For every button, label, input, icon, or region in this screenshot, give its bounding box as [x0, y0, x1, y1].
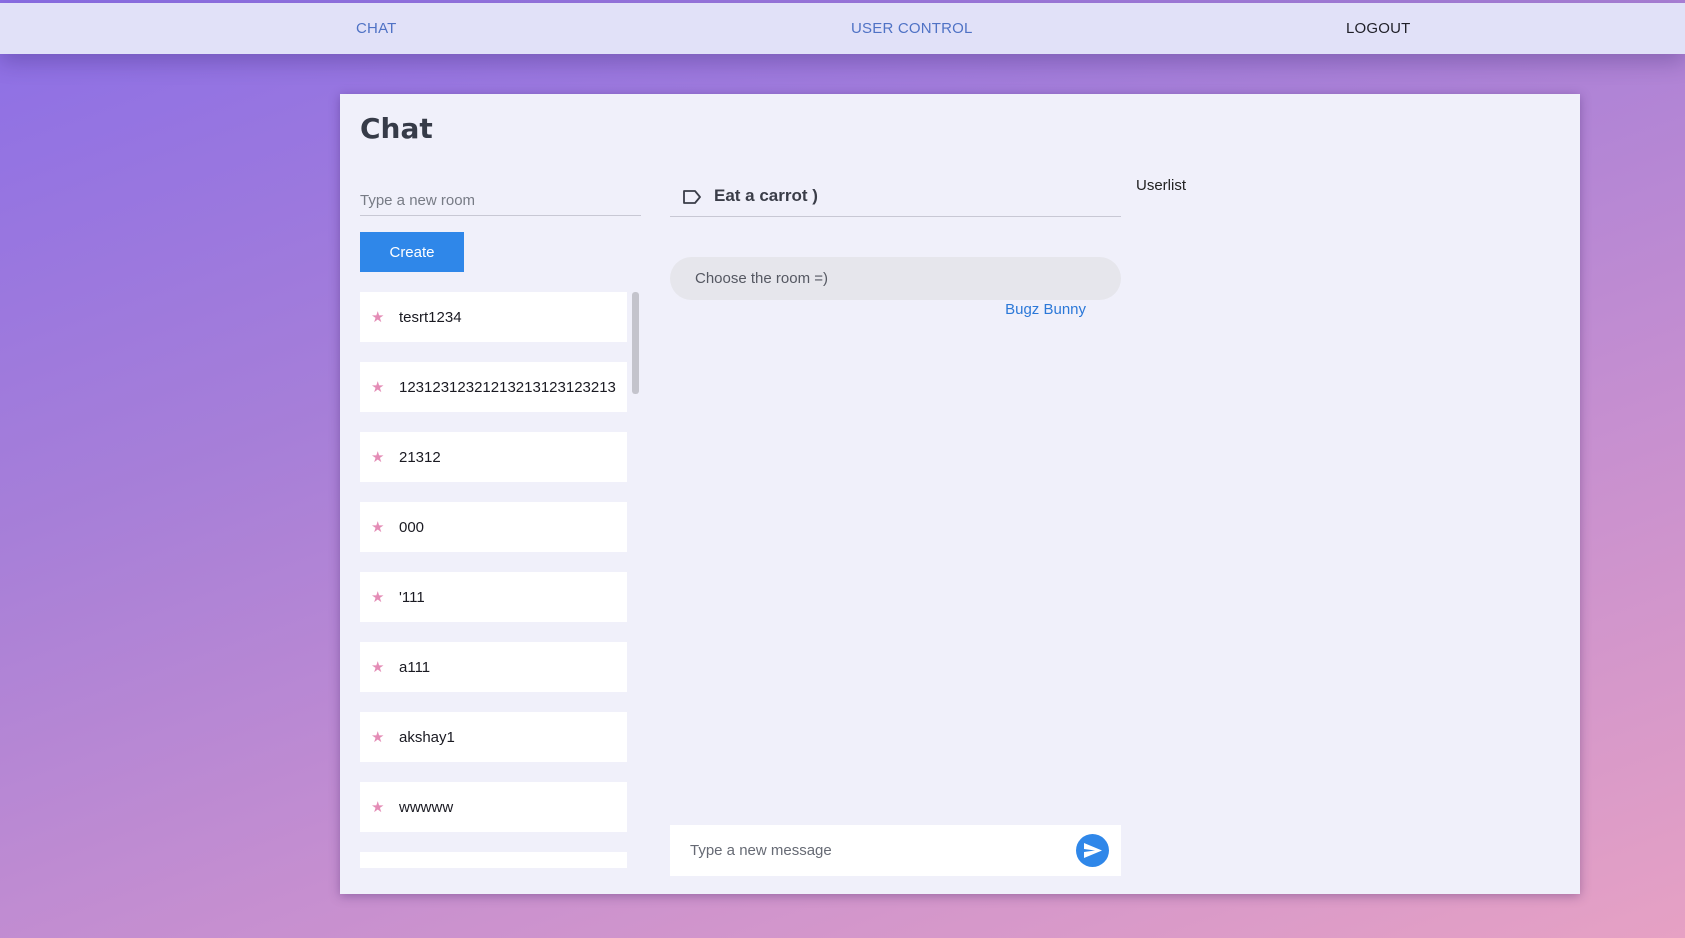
current-room-name: Eat a carrot ) — [714, 186, 818, 205]
send-button[interactable] — [1076, 834, 1109, 867]
nav-user-control-link[interactable]: USER CONTROL — [851, 3, 973, 54]
room-list-item[interactable]: ★ '111 — [360, 572, 627, 622]
star-icon[interactable]: ★ — [371, 590, 385, 605]
room-label: 21312 — [399, 448, 441, 466]
top-navbar: CHAT USER CONTROL LOGOUT — [0, 3, 1685, 54]
create-room-button[interactable]: Create — [360, 232, 464, 272]
room-list-item[interactable]: ★ tesrt1234 — [360, 292, 627, 342]
star-icon[interactable]: ★ — [371, 380, 385, 395]
message-bubble: Choose the room =) — [670, 257, 1121, 300]
star-icon[interactable]: ★ — [371, 310, 385, 325]
new-room-input[interactable] — [360, 186, 641, 216]
star-icon[interactable]: ★ — [371, 450, 385, 465]
nav-logout-link[interactable]: LOGOUT — [1346, 3, 1411, 54]
room-list-item[interactable]: ★ 12312312321213213123123213 — [360, 362, 627, 412]
star-icon[interactable]: ★ — [371, 520, 385, 535]
nav-chat-link[interactable]: CHAT — [356, 3, 397, 54]
send-icon — [1084, 843, 1102, 858]
message-author[interactable]: Bugz Bunny — [1005, 301, 1086, 318]
star-icon[interactable]: ★ — [371, 800, 385, 815]
message-input[interactable] — [690, 835, 1050, 866]
userlist-heading: Userlist — [1136, 177, 1187, 194]
room-list-item[interactable]: ★ wwwww — [360, 782, 627, 832]
room-list-scrollbar[interactable] — [632, 292, 639, 394]
page-title: Chat — [360, 112, 433, 145]
room-label: '111 — [399, 588, 425, 606]
room-label: 000 — [399, 518, 425, 536]
label-tag-icon — [683, 190, 701, 204]
current-room-header: Eat a carrot ) — [670, 184, 1121, 217]
room-label: 12312312321213213123123213 — [399, 378, 616, 396]
star-icon[interactable]: ★ — [371, 660, 385, 675]
room-list-item[interactable]: ★ a111 — [360, 642, 627, 692]
room-label: wwwww — [399, 798, 454, 816]
room-label: tesrt1234 — [399, 308, 462, 326]
message-compose-bar — [670, 825, 1121, 876]
room-list-item[interactable]: ★ — [360, 852, 627, 868]
room-list-item[interactable]: ★ 000 — [360, 502, 627, 552]
room-label: akshay1 — [399, 728, 455, 746]
chat-card: Chat Create ★ tesrt1234 ★ 12312312321213… — [340, 94, 1580, 894]
room-list-item[interactable]: ★ akshay1 — [360, 712, 627, 762]
room-label: a111 — [399, 658, 431, 676]
star-icon[interactable]: ★ — [371, 730, 385, 745]
room-list-item[interactable]: ★ 21312 — [360, 432, 627, 482]
room-list: ★ tesrt1234 ★ 12312312321213213123123213… — [360, 292, 627, 868]
